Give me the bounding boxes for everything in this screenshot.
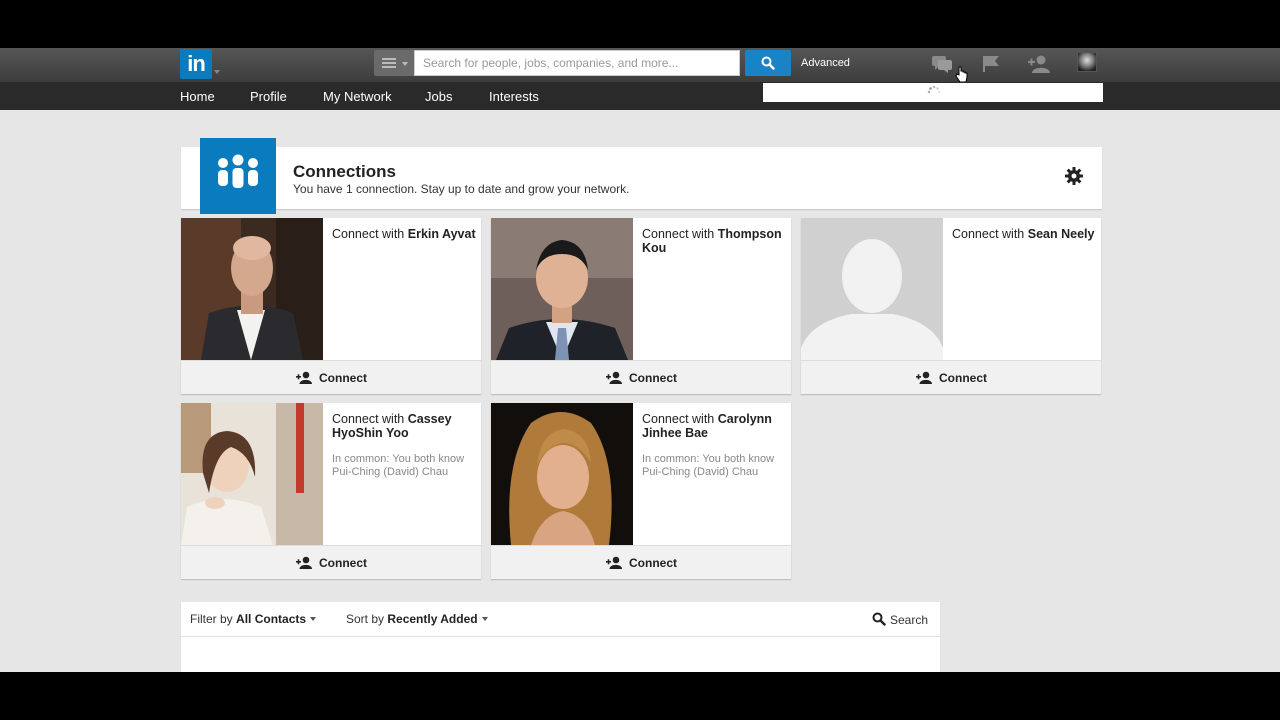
search-label: Search (890, 613, 929, 627)
connect-button[interactable]: Connect (181, 360, 481, 394)
card-title[interactable]: Connect with Sean Neely (952, 227, 1097, 241)
advanced-search-link[interactable]: Advanced (801, 57, 850, 69)
messages-icon[interactable] (930, 53, 954, 75)
add-connection-icon (296, 556, 312, 569)
chevron-down-icon (402, 62, 408, 66)
in-common-text: In common: You both know Pui-Ching (Davi… (642, 453, 775, 478)
search-button[interactable] (745, 50, 791, 76)
top-bar: in Advanced (0, 48, 1280, 83)
video-letterbox-bottom (0, 672, 1280, 720)
connect-label: Connect (319, 556, 367, 570)
page-subtitle: You have 1 connection. Stay up to date a… (293, 182, 630, 196)
connect-label: Connect (629, 371, 677, 385)
card-title[interactable]: Connect with Cassey HyoShin Yoo (332, 412, 477, 440)
search-icon (872, 612, 886, 626)
linkedin-logo[interactable]: in (180, 49, 212, 79)
profile-photo[interactable] (181, 218, 323, 360)
suggestion-card: Connect with Thompson Kou Connect (491, 218, 791, 394)
connect-label: Connect (939, 371, 987, 385)
connect-button[interactable]: Connect (181, 545, 481, 579)
connect-button[interactable]: Connect (491, 545, 791, 579)
card-prefix: Connect with (642, 412, 715, 426)
nav-home[interactable]: Home (180, 89, 215, 104)
search-category-button[interactable] (374, 50, 414, 76)
profile-photo[interactable] (491, 218, 633, 360)
suggestion-card: Connect with Cassey HyoShin Yoo In commo… (181, 403, 481, 579)
card-title[interactable]: Connect with Carolynn Jinhee Bae (642, 412, 787, 440)
connect-button[interactable]: Connect (491, 360, 791, 394)
add-connection-icon (916, 371, 932, 384)
nav-profile[interactable]: Profile (250, 89, 287, 104)
connections-icon (200, 138, 276, 214)
nav-jobs[interactable]: Jobs (425, 89, 452, 104)
nav-my-network[interactable]: My Network (323, 89, 392, 104)
card-prefix: Connect with (332, 227, 405, 241)
nav-interests[interactable]: Interests (489, 89, 539, 104)
suggestion-card: Connect with Carolynn Jinhee Bae In comm… (491, 403, 791, 579)
profile-avatar[interactable] (1077, 52, 1097, 72)
linkedin-page: in Advanced (0, 48, 1280, 672)
add-connection-icon[interactable] (1027, 53, 1051, 75)
card-prefix: Connect with (642, 227, 715, 241)
sort-value: Recently Added (387, 612, 478, 626)
connect-label: Connect (629, 556, 677, 570)
default-profile-photo[interactable] (801, 218, 943, 360)
card-title[interactable]: Connect with Thompson Kou (642, 227, 787, 255)
profile-photo[interactable] (181, 403, 323, 545)
connect-label: Connect (319, 371, 367, 385)
add-connection-icon (606, 556, 622, 569)
filter-value: All Contacts (236, 612, 307, 626)
flag-icon[interactable] (980, 53, 1004, 75)
video-letterbox-top (0, 0, 1280, 48)
card-prefix: Connect with (332, 412, 405, 426)
chevron-down-icon (310, 617, 317, 621)
gear-icon[interactable] (1064, 166, 1084, 186)
search-icon (761, 56, 775, 70)
member-name: Sean Neely (1027, 227, 1095, 241)
divider (181, 636, 940, 637)
suggestion-card: Connect with Erkin Ayvat Connect (181, 218, 481, 394)
in-common-text: In common: You both know Pui-Ching (Davi… (332, 453, 465, 478)
logo-caret-icon (214, 70, 220, 74)
search-input[interactable] (414, 50, 740, 76)
page-title: Connections (293, 162, 396, 181)
add-connection-icon (606, 371, 622, 384)
connect-button[interactable]: Connect (801, 360, 1101, 394)
profile-photo[interactable] (491, 403, 633, 545)
sort-label: Sort by (346, 612, 385, 626)
card-title[interactable]: Connect with Erkin Ayvat (332, 227, 477, 241)
suggestion-card: Connect with Sean Neely Connect (801, 218, 1101, 394)
filter-dropdown[interactable]: Filter by All Contacts (190, 612, 317, 626)
contacts-search-button[interactable]: Search (872, 612, 928, 627)
member-name: Erkin Ayvat (407, 227, 476, 241)
chevron-down-icon (481, 617, 488, 621)
loading-spinner-icon (927, 85, 941, 94)
filter-label: Filter by (190, 612, 233, 626)
sort-dropdown[interactable]: Sort by Recently Added (346, 612, 488, 626)
card-prefix: Connect with (952, 227, 1025, 241)
menu-icon (382, 58, 396, 68)
messages-dropdown-loading (763, 83, 1103, 102)
add-connection-icon (296, 371, 312, 384)
